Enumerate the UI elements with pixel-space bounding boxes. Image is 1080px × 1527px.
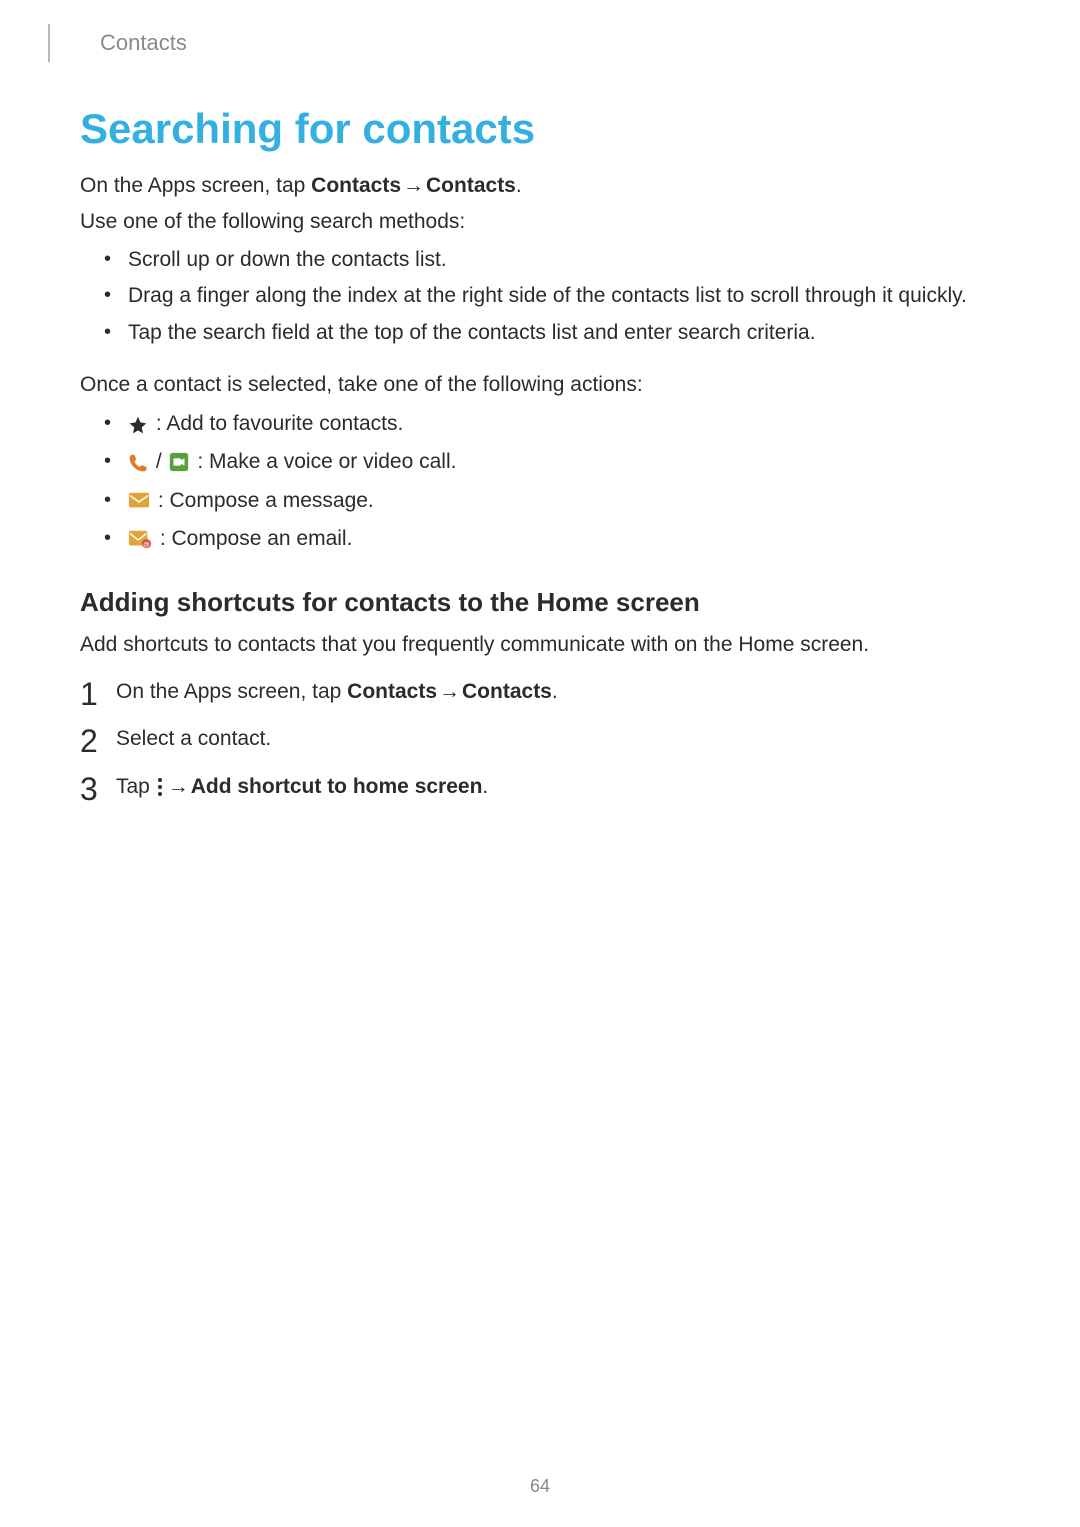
bold-text: Contacts	[311, 174, 401, 197]
page-title: Searching for contacts	[80, 105, 1000, 153]
list-item: @ : Compose an email.	[128, 521, 1000, 557]
bold-text: Contacts	[426, 174, 516, 197]
search-methods-list: Scroll up or down the contacts list. Dra…	[80, 244, 1000, 350]
text: .	[516, 174, 522, 197]
arrow-right-icon: →	[437, 675, 462, 709]
once-selected-text: Once a contact is selected, take one of …	[80, 370, 1000, 400]
text: On the Apps screen, tap	[116, 680, 347, 703]
email-icon: @	[128, 521, 152, 557]
list-item: Tap the search field at the top of the c…	[128, 317, 1000, 350]
actions-list: : Add to favourite contacts. / : Make a …	[80, 406, 1000, 557]
step-item: On the Apps screen, tap Contacts → Conta…	[80, 675, 1000, 709]
action-text: : Add to favourite contacts.	[150, 412, 403, 435]
page-number: 64	[0, 1476, 1080, 1497]
svg-text:@: @	[143, 542, 150, 549]
text: On the Apps screen, tap	[80, 174, 311, 197]
step-item: Tap → Add shortcut to home screen.	[80, 770, 1000, 804]
action-text: : Make a voice or video call.	[192, 450, 457, 473]
action-text: : Compose a message.	[152, 489, 374, 512]
text: .	[552, 680, 558, 703]
header-divider	[48, 24, 50, 62]
step-item: Select a contact.	[80, 722, 1000, 756]
intro-line-2: Use one of the following search methods:	[80, 207, 1000, 237]
star-icon	[128, 407, 148, 443]
message-icon	[128, 483, 150, 519]
arrow-right-icon: →	[401, 171, 426, 201]
bold-text: Contacts	[347, 680, 437, 703]
video-call-icon	[168, 445, 190, 481]
list-item: : Compose a message.	[128, 483, 1000, 519]
text: Tap	[116, 775, 156, 798]
intro-line-1: On the Apps screen, tap Contacts → Conta…	[80, 171, 1000, 201]
arrow-right-icon: →	[166, 770, 191, 804]
bold-text: Contacts	[462, 680, 552, 703]
text: .	[482, 775, 488, 798]
bold-text: Add shortcut to home screen	[191, 775, 483, 798]
shortcut-desc: Add shortcuts to contacts that you frequ…	[80, 630, 1000, 660]
phone-icon	[128, 445, 148, 481]
list-item: Scroll up or down the contacts list.	[128, 244, 1000, 277]
more-options-icon	[156, 770, 164, 804]
text: /	[150, 450, 168, 473]
shortcut-steps: On the Apps screen, tap Contacts → Conta…	[80, 675, 1000, 804]
list-item: Drag a finger along the index at the rig…	[128, 280, 1000, 313]
shortcut-heading: Adding shortcuts for contacts to the Hom…	[80, 587, 1000, 618]
list-item: : Add to favourite contacts.	[128, 406, 1000, 442]
list-item: / : Make a voice or video call.	[128, 444, 1000, 480]
action-text: : Compose an email.	[154, 527, 352, 550]
section-header: Contacts	[100, 30, 187, 56]
